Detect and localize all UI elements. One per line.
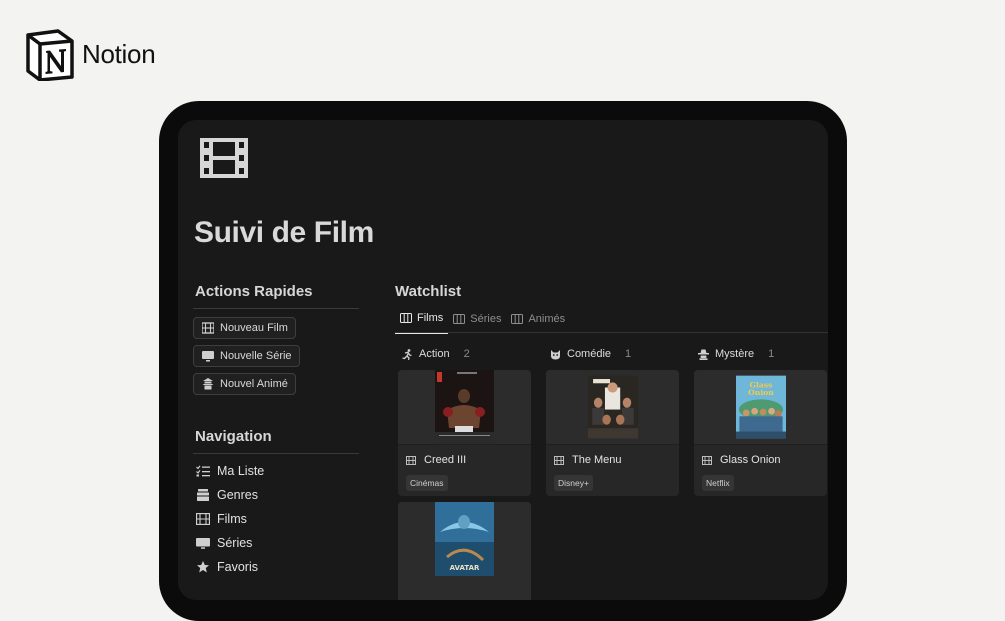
nav-item-label: Favoris [217, 560, 258, 574]
nav-item-label: Films [217, 512, 247, 526]
watchlist-tabs: Films Séries Animés [395, 312, 570, 334]
column-count: 1 [625, 348, 632, 360]
card-avatar[interactable]: AVATAR [398, 502, 531, 600]
card-cover: Glass Onion [694, 370, 827, 445]
film-icon [202, 322, 214, 334]
film-icon [200, 138, 248, 178]
notion-brand: Notion [24, 27, 156, 81]
svg-text:Onion: Onion [748, 388, 774, 397]
nav-item-label: Genres [217, 488, 258, 502]
tab-label: Films [417, 312, 444, 324]
card-title-row: The Menu [546, 445, 679, 466]
card-cover [398, 370, 531, 445]
column-name: Mystère [715, 348, 755, 360]
tab-films[interactable]: Films [395, 312, 449, 334]
nav-item-label: Séries [217, 536, 253, 550]
glass-onion-poster-image: Glass Onion [736, 375, 786, 439]
brand-name: Notion [82, 38, 156, 69]
watchlist-heading: Watchlist [395, 283, 462, 300]
tab-animes[interactable]: Animés [506, 312, 570, 334]
film-icon [406, 455, 416, 465]
svg-text:AVATAR: AVATAR [450, 564, 480, 572]
card-creed-iii[interactable]: Creed III Cinémas [398, 370, 531, 496]
card-cover [546, 370, 679, 445]
card-title-row: Glass Onion [694, 445, 827, 466]
nav-item-films[interactable]: Films [196, 512, 247, 526]
avatar-poster-image: AVATAR [435, 502, 494, 576]
navigation-heading: Navigation [195, 428, 272, 445]
nav-item-favoris[interactable]: Favoris [196, 560, 258, 574]
film-icon [554, 455, 564, 465]
column-count: 1 [768, 348, 775, 360]
nav-item-label: Ma Liste [217, 464, 265, 478]
new-series-label: Nouvelle Série [220, 350, 292, 362]
quick-actions-heading: Actions Rapides [195, 283, 313, 300]
tv-icon [196, 538, 210, 549]
tab-series[interactable]: Séries [448, 312, 506, 334]
platform-tag: Disney+ [554, 475, 593, 491]
platform-tag: Netflix [702, 475, 734, 491]
new-anime-label: Nouvel Animé [220, 378, 288, 390]
nav-item-genres[interactable]: Genres [196, 488, 258, 502]
tab-label: Animés [528, 313, 566, 325]
checklist-icon [196, 465, 210, 477]
new-film-button[interactable]: Nouveau Film [193, 317, 296, 339]
column-header-mystere[interactable]: Mystère 1 [698, 348, 774, 360]
board-view-icon [400, 313, 412, 323]
divider [395, 332, 828, 333]
tv-icon [202, 351, 214, 362]
nav-item-series[interactable]: Séries [196, 536, 252, 550]
cat-icon [551, 349, 560, 359]
column-header-action[interactable]: Action 2 [402, 348, 470, 360]
divider [193, 453, 359, 454]
column-name: Comédie [567, 348, 612, 360]
new-film-label: Nouveau Film [220, 322, 288, 334]
film-icon [196, 513, 210, 525]
nav-item-ma-liste[interactable]: Ma Liste [196, 464, 264, 478]
notion-logo-icon [26, 29, 74, 81]
card-title: Creed III [424, 454, 467, 466]
running-icon [402, 348, 412, 360]
card-glass-onion[interactable]: Glass Onion Glass Onion Netflix [694, 370, 827, 496]
divider [193, 308, 359, 309]
card-title: The Menu [572, 454, 622, 466]
star-icon [197, 561, 209, 573]
board-view-icon [511, 314, 524, 324]
notion-page: Suivi de Film Actions Rapides Nouveau Fi… [178, 120, 828, 600]
board-view-icon [453, 314, 466, 324]
stack-icon [197, 489, 209, 501]
film-icon [702, 455, 712, 465]
tab-label: Séries [470, 313, 502, 325]
card-title-row: Creed III [398, 445, 531, 466]
pagoda-icon [202, 378, 214, 390]
page-title: Suivi de Film [194, 216, 374, 249]
creed-iii-poster-image [435, 370, 494, 444]
detective-icon [698, 349, 709, 360]
card-title: Glass Onion [720, 454, 781, 466]
column-count: 2 [463, 348, 470, 360]
new-series-button[interactable]: Nouvelle Série [193, 345, 300, 367]
platform-tag: Cinémas [406, 475, 448, 491]
the-menu-poster-image [588, 375, 638, 439]
card-the-menu[interactable]: The Menu Disney+ [546, 370, 679, 496]
new-anime-button[interactable]: Nouvel Animé [193, 373, 296, 395]
column-header-comedie[interactable]: Comédie 1 [550, 348, 631, 360]
card-cover: AVATAR [398, 502, 531, 600]
column-name: Action [419, 348, 450, 360]
